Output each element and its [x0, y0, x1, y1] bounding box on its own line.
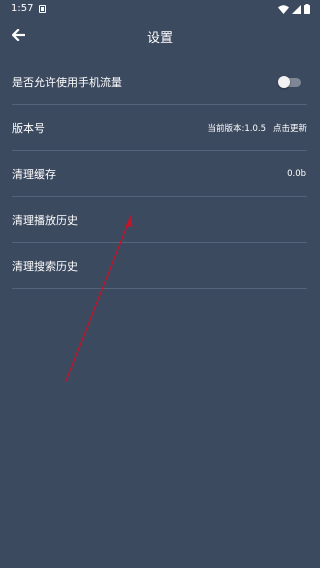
current-version-text: 当前版本:1.0.5 — [207, 123, 266, 134]
version-info: 当前版本:1.0.5 点击更新 — [207, 122, 307, 134]
mobile-data-toggle[interactable] — [278, 75, 301, 88]
setting-version[interactable]: 版本号 当前版本:1.0.5 点击更新 — [12, 105, 307, 151]
setting-clear-cache-label: 清理缓存 — [12, 167, 56, 181]
setting-clear-cache[interactable]: 清理缓存 0.0b — [12, 151, 307, 197]
setting-clear-play-history-label: 清理播放历史 — [12, 213, 78, 227]
setting-version-label: 版本号 — [12, 121, 45, 135]
setting-clear-search-history-label: 清理搜索历史 — [12, 259, 78, 273]
battery-icon — [304, 4, 310, 14]
status-bar: 1:57 — [0, 0, 320, 20]
status-time: 1:57 — [11, 3, 34, 14]
toggle-knob — [278, 75, 290, 88]
setting-mobile-data[interactable]: 是否允许使用手机流量 — [12, 59, 307, 105]
signal-icon — [292, 4, 301, 14]
notification-icon — [39, 5, 46, 13]
settings-list: 是否允许使用手机流量 版本号 当前版本:1.0.5 点击更新 清理缓存 0.0b… — [12, 59, 307, 289]
cache-size-value: 0.0b — [287, 168, 306, 179]
header-bar: 设置 — [0, 20, 320, 52]
setting-mobile-data-label: 是否允许使用手机流量 — [12, 75, 122, 89]
update-link[interactable]: 点击更新 — [273, 122, 307, 134]
page-title: 设置 — [146, 31, 173, 46]
wifi-icon — [278, 4, 289, 14]
status-icons — [278, 4, 310, 14]
setting-clear-play-history[interactable]: 清理播放历史 — [12, 197, 307, 243]
setting-clear-search-history[interactable]: 清理搜索历史 — [12, 243, 307, 289]
